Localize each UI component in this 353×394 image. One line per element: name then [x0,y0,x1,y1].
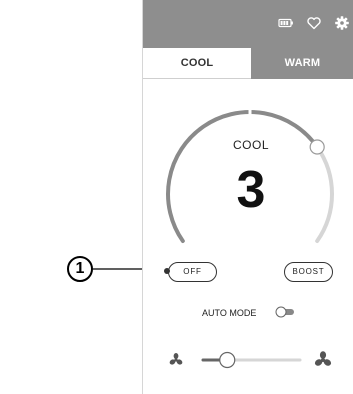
boost-button[interactable]: BOOST [284,262,333,282]
off-button[interactable]: OFF [168,262,217,282]
auto-mode-label: AUTO MODE [202,308,257,318]
app-header [143,0,353,48]
tab-cool[interactable]: COOL [143,48,251,79]
fan-low-icon [169,353,183,365]
battery-icon [278,15,294,31]
fan-knob[interactable] [219,351,236,369]
auto-mode-toggle[interactable] [275,306,295,318]
gauge-level-value: 3 [236,161,266,219]
mode-tabs: COOL WARM [143,48,353,79]
gauge-knob[interactable] [309,139,325,155]
gauge-mode-label: COOL [232,138,269,152]
heart-icon[interactable] [306,15,322,31]
callout-number: 1 [67,256,93,282]
gauge-arc-inactive [315,144,334,244]
tab-warm[interactable]: WARM [251,48,353,79]
off-button-indicator-dot [164,268,170,274]
app-panel: COOL WARM COOL 3 OFF BOOST AUTO MODE [142,0,353,394]
gear-icon[interactable] [334,15,350,31]
fan-speed-slider[interactable] [167,348,337,372]
fan-high-icon [314,351,332,366]
